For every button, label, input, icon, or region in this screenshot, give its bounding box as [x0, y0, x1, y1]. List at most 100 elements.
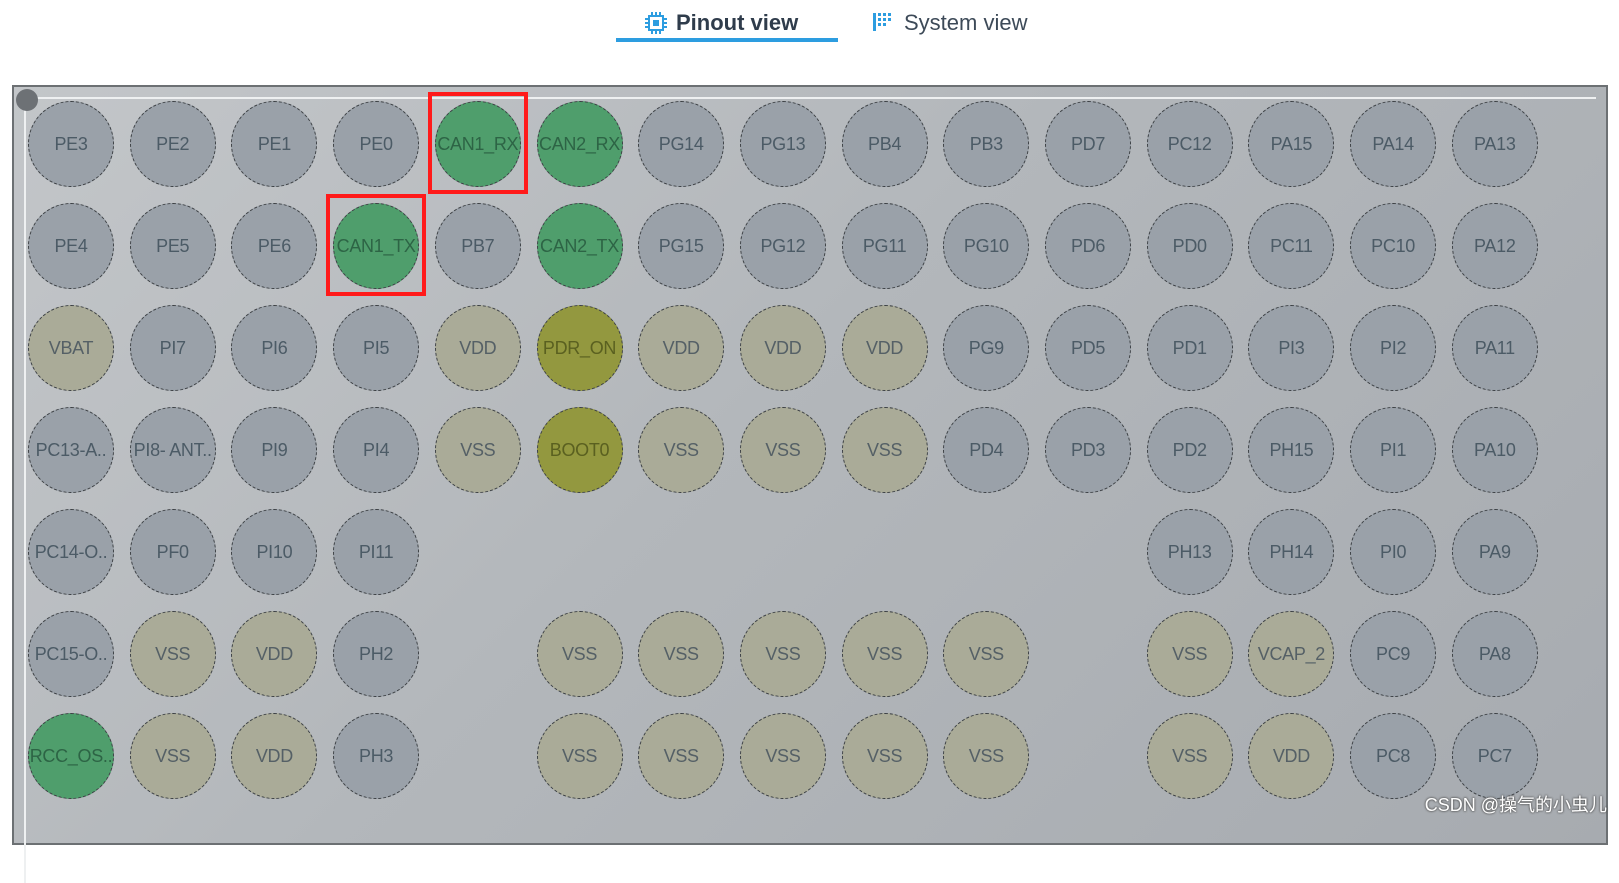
pin-pd2[interactable]: PD2: [1146, 407, 1233, 493]
pin-pd5[interactable]: PD5: [1045, 305, 1131, 391]
pin-pb7[interactable]: PB7: [434, 203, 521, 289]
pin-pc9[interactable]: PC9: [1350, 611, 1437, 697]
pin-vdd[interactable]: VDD: [841, 305, 928, 391]
pin-pa14[interactable]: PA14: [1350, 101, 1437, 187]
pin-pe1[interactable]: PE1: [231, 101, 318, 187]
pin-pg15[interactable]: PG15: [638, 203, 725, 289]
pin-pi4[interactable]: PI4: [333, 407, 420, 493]
pin-pf0[interactable]: PF0: [129, 509, 216, 595]
pin-pa13[interactable]: PA13: [1451, 101, 1538, 187]
pin-pd3[interactable]: PD3: [1045, 407, 1131, 493]
pin-pa9[interactable]: PA9: [1451, 509, 1538, 595]
pin-pb3[interactable]: PB3: [943, 101, 1030, 187]
pin-vss[interactable]: VSS: [739, 713, 826, 799]
pin-vss[interactable]: VSS: [739, 611, 826, 697]
pin-pe2[interactable]: PE2: [129, 101, 216, 187]
pin-pc11[interactable]: PC11: [1248, 203, 1335, 289]
pin-pi6[interactable]: PI6: [231, 305, 318, 391]
pin-vss[interactable]: VSS: [943, 611, 1030, 697]
pin-vss[interactable]: VSS: [129, 611, 216, 697]
pin-boot0[interactable]: BOOT0: [536, 407, 623, 493]
pin-rcc-os[interactable]: RCC_OS..: [28, 713, 114, 799]
watermark: CSDN @操气的小虫儿: [1424, 795, 1607, 815]
pin-pg9[interactable]: PG9: [943, 305, 1030, 391]
pin-vss[interactable]: VSS: [739, 407, 826, 493]
pin-pi9[interactable]: PI9: [231, 407, 318, 493]
pin-can1-rx[interactable]: CAN1_RX: [434, 101, 521, 187]
pin-pb4[interactable]: PB4: [841, 101, 928, 187]
pin-vcap-2[interactable]: VCAP_2: [1248, 611, 1335, 697]
pin-pc10[interactable]: PC10: [1350, 203, 1437, 289]
pin-pi2[interactable]: PI2: [1350, 305, 1437, 391]
pin-pd7[interactable]: PD7: [1045, 101, 1131, 187]
pin-vss[interactable]: VSS: [638, 713, 725, 799]
pin-pc8[interactable]: PC8: [1350, 713, 1437, 799]
pin-pe5[interactable]: PE5: [129, 203, 216, 289]
pin-pg14[interactable]: PG14: [638, 101, 725, 187]
pin-pg13[interactable]: PG13: [739, 101, 826, 187]
pin-can2-tx[interactable]: CAN2_TX: [536, 203, 623, 289]
chip-package: PE3 PE2 PE1 PE0 CAN1_RX CAN2_RX PG14 PG13 PB4 PB3…: [12, 85, 1608, 883]
pin-pc12[interactable]: PC12: [1146, 101, 1233, 187]
pin-pc7[interactable]: PC7: [1451, 713, 1538, 799]
pin-can1-tx[interactable]: CAN1_TX: [333, 203, 420, 289]
pin-pa15[interactable]: PA15: [1248, 101, 1335, 187]
pin-pdr-on[interactable]: PDR_ON: [536, 305, 623, 391]
pin-pe3[interactable]: PE3: [28, 101, 114, 187]
pin-vdd[interactable]: VDD: [434, 305, 521, 391]
pin-pc13-a[interactable]: PC13-A..: [28, 407, 114, 493]
pin-pi3[interactable]: PI3: [1248, 305, 1335, 391]
pin-pa10[interactable]: PA10: [1451, 407, 1538, 493]
pin-vdd[interactable]: VDD: [231, 713, 318, 799]
tab-pinout-view[interactable]: Pinout view: [644, 6, 798, 40]
pin-pi0[interactable]: PI0: [1350, 509, 1437, 595]
pin-vbat[interactable]: VBAT: [28, 305, 114, 391]
pin-pi10[interactable]: PI10: [231, 509, 318, 595]
pin-vss[interactable]: VSS: [129, 713, 216, 799]
pin-vss[interactable]: VSS: [841, 713, 928, 799]
pin-ph15[interactable]: PH15: [1248, 407, 1335, 493]
pin-pa12[interactable]: PA12: [1451, 203, 1538, 289]
pin-ph3[interactable]: PH3: [333, 713, 420, 799]
pin-pi11[interactable]: PI11: [333, 509, 420, 595]
pin-pi1[interactable]: PI1: [1350, 407, 1437, 493]
active-tab-underline: [616, 38, 838, 42]
pin-vss[interactable]: VSS: [943, 713, 1030, 799]
pin-ph13[interactable]: PH13: [1146, 509, 1233, 595]
pin-vss[interactable]: VSS: [536, 611, 623, 697]
pin-vdd[interactable]: VDD: [638, 305, 725, 391]
pin-pe0[interactable]: PE0: [333, 101, 420, 187]
pin-pa11[interactable]: PA11: [1451, 305, 1538, 391]
pin-pd6[interactable]: PD6: [1045, 203, 1131, 289]
pin-pe6[interactable]: PE6: [231, 203, 318, 289]
pin-ph2[interactable]: PH2: [333, 611, 420, 697]
pin-vss[interactable]: VSS: [1146, 611, 1233, 697]
pin-vdd[interactable]: VDD: [231, 611, 318, 697]
chip-icon: [645, 12, 667, 34]
pin-pi8-ant[interactable]: PI8- ANT..: [129, 407, 216, 493]
pin-pe4[interactable]: PE4: [28, 203, 114, 289]
pin-vss[interactable]: VSS: [638, 611, 725, 697]
pin-vdd[interactable]: VDD: [739, 305, 826, 391]
pin-vss[interactable]: VSS: [638, 407, 725, 493]
pin-pi7[interactable]: PI7: [129, 305, 216, 391]
pin-vss[interactable]: VSS: [841, 407, 928, 493]
pin-pa8[interactable]: PA8: [1451, 611, 1538, 697]
pin-pg12[interactable]: PG12: [739, 203, 826, 289]
pin-pc15-o[interactable]: PC15-O..: [28, 611, 114, 697]
pin-can2-rx[interactable]: CAN2_RX: [536, 101, 623, 187]
pin-vss[interactable]: VSS: [1146, 713, 1233, 799]
pin-vss[interactable]: VSS: [434, 407, 521, 493]
pin-vdd[interactable]: VDD: [1248, 713, 1335, 799]
pin-pd0[interactable]: PD0: [1146, 203, 1233, 289]
pin-ph14[interactable]: PH14: [1248, 509, 1335, 595]
pin-pc14-o[interactable]: PC14-O..: [28, 509, 114, 595]
pin-pd1[interactable]: PD1: [1146, 305, 1233, 391]
pin-vss[interactable]: VSS: [536, 713, 623, 799]
pin-pg11[interactable]: PG11: [841, 203, 928, 289]
pin-pd4[interactable]: PD4: [943, 407, 1030, 493]
pin-pg10[interactable]: PG10: [943, 203, 1030, 289]
pin-vss[interactable]: VSS: [841, 611, 928, 697]
tab-system-view[interactable]: System view: [872, 6, 1027, 40]
pin-pi5[interactable]: PI5: [333, 305, 420, 391]
